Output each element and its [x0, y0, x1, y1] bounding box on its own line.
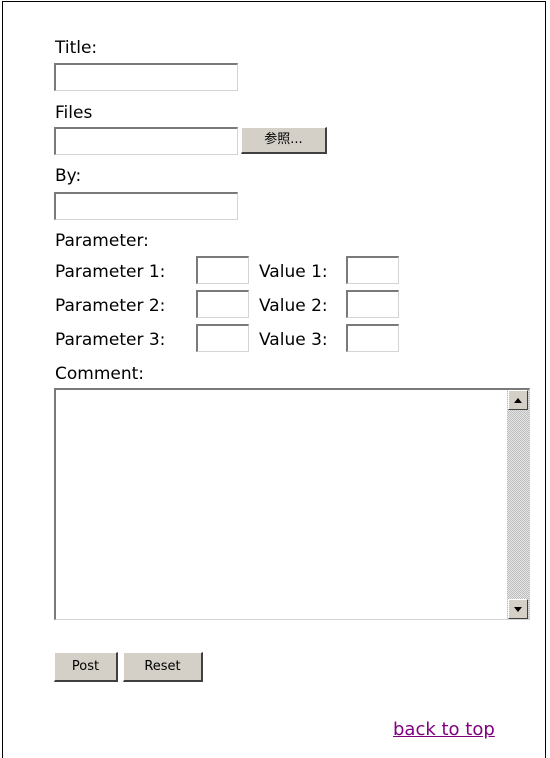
comment-label: Comment:: [55, 364, 145, 384]
by-input[interactable]: [54, 192, 238, 220]
triangle-up-icon: [514, 398, 522, 403]
parameter-2-label: Parameter 2:: [55, 296, 166, 316]
parameter-3-label: Parameter 3:: [55, 330, 166, 350]
comment-scrollbar[interactable]: [507, 390, 529, 619]
files-label: Files: [55, 103, 93, 123]
parameter-3-input[interactable]: [196, 324, 249, 352]
scroll-up-button[interactable]: [508, 390, 528, 410]
parameter-label: Parameter:: [55, 231, 149, 251]
title-input[interactable]: [54, 63, 238, 91]
scroll-down-button[interactable]: [508, 599, 528, 619]
value-1-label: Value 1:: [259, 262, 328, 282]
parameter-1-label: Parameter 1:: [55, 262, 166, 282]
parameter-1-input[interactable]: [196, 256, 249, 284]
by-label: By:: [55, 166, 82, 186]
title-label: Title:: [55, 38, 98, 58]
file-path-input[interactable]: [54, 127, 238, 155]
value-3-input[interactable]: [346, 324, 399, 352]
comment-textarea[interactable]: [56, 390, 506, 619]
post-button[interactable]: Post: [54, 652, 118, 682]
triangle-down-icon: [514, 607, 522, 612]
value-3-label: Value 3:: [259, 330, 328, 350]
value-1-input[interactable]: [346, 256, 399, 284]
value-2-input[interactable]: [346, 290, 399, 318]
browse-button[interactable]: 参照...: [241, 127, 327, 154]
value-2-label: Value 2:: [259, 296, 328, 316]
reset-button[interactable]: Reset: [123, 652, 203, 682]
comment-textarea-box: [54, 388, 530, 620]
back-to-top-link[interactable]: back to top: [393, 719, 495, 741]
parameter-2-input[interactable]: [196, 290, 249, 318]
